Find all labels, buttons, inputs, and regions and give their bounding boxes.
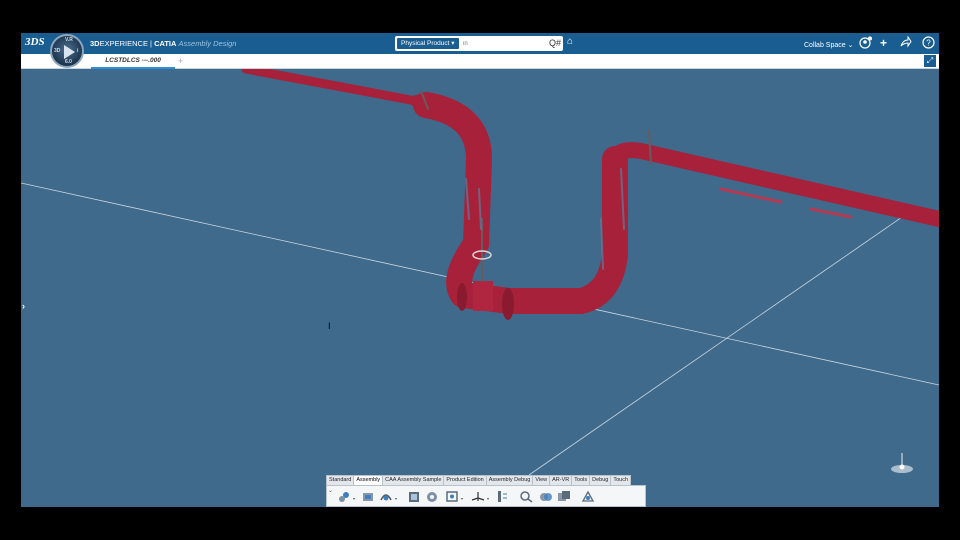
compass-icon[interactable]: V.R 3D i 6.0 <box>50 34 84 68</box>
action-tab-caa-assembly-sample[interactable]: CAA Assembly Sample <box>382 475 445 485</box>
action-tab-view[interactable]: View <box>532 475 551 485</box>
explode-icon[interactable] <box>581 490 595 503</box>
top-bar: 3DS V.R 3D i 6.0 3DEXPERIENCE | CATIA As… <box>21 33 939 68</box>
fullscreen-icon[interactable]: ⤢ <box>924 55 936 67</box>
3d-viewport[interactable]: › I <box>21 69 939 507</box>
measure-icon[interactable] <box>495 490 509 503</box>
help-icon[interactable]: ? <box>922 36 935 52</box>
engineering-connection-icon[interactable]: ▾ <box>379 490 397 503</box>
tag-icon[interactable]: ⌂ <box>567 36 573 47</box>
action-tab-ar-vr[interactable]: AR-VR <box>549 475 573 485</box>
svg-text:?: ? <box>926 39 931 48</box>
robot-compass-icon[interactable] <box>887 449 917 484</box>
fix-component-icon[interactable] <box>407 490 421 503</box>
snap-icon[interactable]: ▾ <box>445 490 463 503</box>
search-icon[interactable]: Q# <box>549 37 561 50</box>
collab-space-dropdown[interactable]: Collab Space ⌄ <box>804 41 853 49</box>
compass-label-top: V.R <box>65 37 73 43</box>
app-name: Assembly Design <box>178 39 237 48</box>
play-icon <box>64 45 75 59</box>
action-tab-tools[interactable]: Tools <box>571 475 591 485</box>
gear-icon[interactable] <box>425 490 439 503</box>
user-icon[interactable] <box>859 36 872 52</box>
scene-canvas <box>21 69 939 476</box>
share-icon[interactable] <box>900 35 912 51</box>
grid-line-diagonal <box>528 214 906 476</box>
insert-product-icon[interactable]: ▾ <box>337 490 355 503</box>
action-tab-touch[interactable]: Touch <box>610 475 632 485</box>
pipe-assembly[interactable] <box>241 69 939 320</box>
compass-label-right: i <box>77 48 79 54</box>
action-bar-tabs: Standard Assembly CAA Assembly Sample Pr… <box>326 475 632 485</box>
side-panel-toggle-icon[interactable]: › <box>22 301 25 311</box>
compass-label-left: 3D <box>54 48 61 54</box>
brand-title: 3DEXPERIENCE | CATIA Assembly Design <box>90 39 237 48</box>
catia-app-window: 3DS V.R 3D i 6.0 3DEXPERIENCE | CATIA As… <box>21 33 939 507</box>
add-tab-button[interactable]: + <box>178 55 183 67</box>
action-tab-product-edition[interactable]: Product Edition <box>443 475 487 485</box>
assembly-constraint-icon[interactable] <box>361 490 375 503</box>
action-bar: Standard Assembly CAA Assembly Sample Pr… <box>326 475 646 507</box>
compass-label-bottom: 6.0 <box>65 59 72 65</box>
ds-logo-icon[interactable]: 3DS <box>25 36 45 52</box>
plus-icon[interactable]: + <box>880 36 887 50</box>
action-bar-tools: ⌄ ▾ ▾ ▾ ▾ <box>326 485 646 507</box>
search-bar: Physical Product ▾ Q# <box>395 36 563 51</box>
search-input[interactable] <box>463 38 543 49</box>
action-tab-assembly-debug[interactable]: Assembly Debug <box>485 475 534 485</box>
action-tab-assembly[interactable]: Assembly <box>353 475 384 485</box>
compass-manipulate-icon[interactable]: ▾ <box>471 490 489 503</box>
search-component-icon[interactable] <box>519 490 533 503</box>
cursor-icon: I <box>328 321 331 331</box>
tab-bar: LCSTDLCS ---.000 + ⤢ <box>21 54 939 69</box>
action-tab-standard[interactable]: Standard <box>326 475 355 485</box>
section-icon[interactable] <box>557 490 571 503</box>
action-tab-debug[interactable]: Debug <box>589 475 612 485</box>
collapse-toolbar-icon[interactable]: ⌄ <box>328 487 333 494</box>
search-scope-tag[interactable]: Physical Product ▾ <box>397 38 459 49</box>
clash-icon[interactable] <box>539 490 553 503</box>
tab-lcstdlcs[interactable]: LCSTDLCS ---.000 <box>91 54 175 69</box>
